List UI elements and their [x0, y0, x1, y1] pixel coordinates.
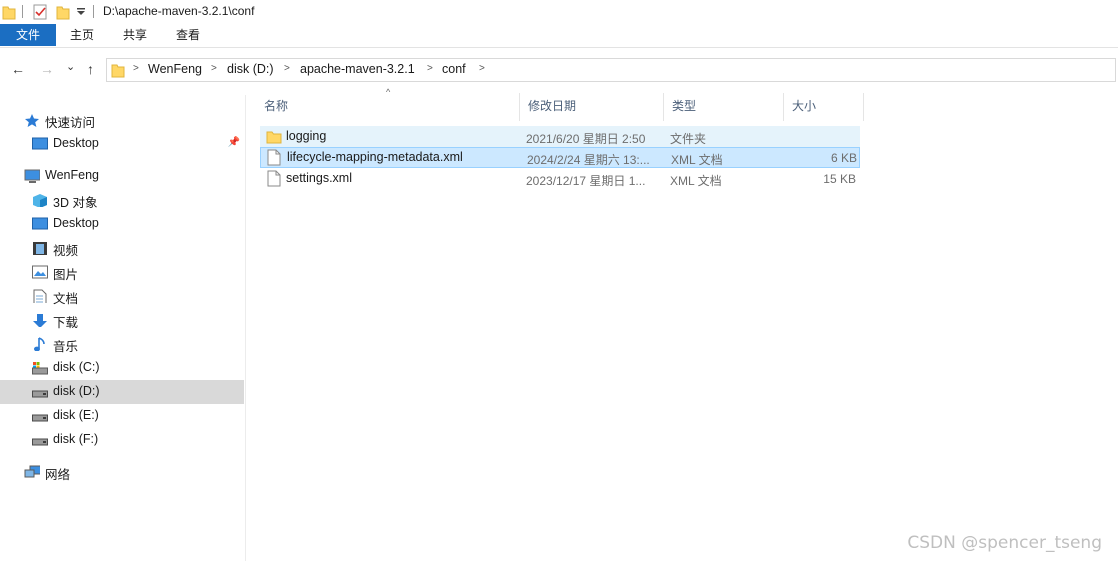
tab-share[interactable]: 共享: [115, 24, 155, 46]
sidebar-item-label: 图片: [53, 268, 79, 282]
breadcrumb-conf[interactable]: conf: [442, 62, 466, 76]
drive-icon: [32, 390, 48, 398]
sidebar-item-label: disk (F:): [53, 432, 99, 446]
chevron-right-icon[interactable]: >: [427, 63, 433, 74]
file-name: lifecycle-mapping-metadata.xml: [287, 150, 463, 164]
new-folder-icon[interactable]: [56, 4, 70, 20]
file-name: settings.xml: [286, 171, 352, 185]
desktop-icon: [32, 137, 48, 150]
sidebar-item-videos[interactable]: 视频: [0, 236, 244, 260]
column-header-size[interactable]: 大小: [784, 93, 864, 121]
sidebar-item-downloads[interactable]: 下载: [0, 308, 244, 332]
tab-view[interactable]: 查看: [168, 24, 208, 46]
sidebar-item-documents[interactable]: 文档: [0, 284, 244, 308]
star-icon: [25, 114, 39, 127]
column-header-type[interactable]: 类型: [664, 93, 784, 121]
breadcrumb-wenfeng[interactable]: WenFeng: [148, 62, 202, 76]
tab-file[interactable]: 文件: [0, 24, 56, 46]
sidebar-item-label: 3D 对象: [53, 196, 98, 210]
up-button[interactable]: ↑: [87, 61, 94, 77]
chevron-right-icon[interactable]: >: [479, 63, 485, 74]
music-icon: [34, 337, 45, 351]
sidebar-item-label: 音乐: [53, 340, 79, 354]
xml-file-icon: [267, 149, 281, 166]
tab-home[interactable]: 主页: [62, 24, 102, 46]
address-bar[interactable]: > WenFeng > disk (D:) > apache-maven-3.2…: [106, 58, 1116, 82]
navigation-pane: 快速访问 Desktop 📌 WenFeng 3D 对象 Desktop 视频 …: [0, 95, 244, 561]
downloads-icon: [33, 314, 47, 327]
file-type: 文件夹: [670, 132, 707, 146]
breadcrumb-apache-maven[interactable]: apache-maven-3.2.1: [300, 62, 415, 76]
sidebar-item-label: disk (D:): [53, 384, 100, 398]
sidebar-item-label: WenFeng: [45, 168, 99, 182]
sidebar-item-disk-e[interactable]: disk (E:): [0, 404, 244, 428]
file-row-settings[interactable]: settings.xml 2023/12/17 星期日 1... XML 文档 …: [260, 168, 860, 189]
chevron-right-icon[interactable]: >: [284, 63, 290, 74]
sidebar-item-label: 文档: [53, 292, 79, 306]
properties-icon[interactable]: [32, 4, 48, 20]
xml-file-icon: [267, 170, 281, 187]
navigation-bar: ← → ⌄ ↑ > WenFeng > disk (D:) > apache-m…: [0, 55, 1118, 85]
drive-icon: [32, 414, 48, 422]
sidebar-item-desktop-quick[interactable]: Desktop 📌: [0, 132, 244, 156]
ribbon-tabs: 文件 主页 共享 查看: [0, 24, 1118, 48]
breadcrumb-disk-d[interactable]: disk (D:): [227, 62, 274, 76]
pin-icon[interactable]: 📌: [228, 137, 240, 148]
file-row-lifecycle-mapping[interactable]: lifecycle-mapping-metadata.xml 2024/2/24…: [260, 147, 860, 168]
forward-button[interactable]: →: [40, 61, 54, 77]
drive-icon: [32, 438, 48, 446]
customize-toolbar-icon[interactable]: [76, 8, 86, 16]
documents-icon: [33, 289, 47, 303]
title-bar: D:\apache-maven-3.2.1\conf: [0, 0, 1118, 24]
folder-icon: [266, 131, 282, 144]
sidebar-item-music[interactable]: 音乐: [0, 332, 244, 356]
file-type: XML 文档: [670, 174, 722, 188]
sidebar-item-label: 网络: [45, 468, 71, 482]
system-drive-icon: [32, 362, 48, 375]
computer-icon: [24, 169, 40, 183]
sidebar-item-quick-access[interactable]: 快速访问: [0, 108, 244, 132]
file-type: XML 文档: [671, 153, 723, 167]
folder-icon: [111, 64, 125, 78]
network-icon: [24, 465, 40, 478]
file-date: 2021/6/20 星期日 2:50: [526, 132, 646, 146]
video-icon: [33, 242, 47, 255]
back-button[interactable]: ←: [11, 61, 25, 77]
file-size: 6 KB: [830, 151, 857, 165]
sidebar-item-pictures[interactable]: 图片: [0, 260, 244, 284]
sidebar-item-label: Desktop: [53, 216, 99, 230]
toolbar-separator: [93, 5, 94, 18]
sidebar-item-desktop[interactable]: Desktop: [0, 212, 244, 236]
sidebar-item-label: disk (E:): [53, 408, 99, 422]
sidebar-item-network[interactable]: 网络: [0, 460, 244, 484]
sidebar-item-disk-f[interactable]: disk (F:): [0, 428, 244, 452]
sidebar-item-label: 视频: [53, 244, 79, 258]
file-date: 2024/2/24 星期六 13:...: [527, 153, 650, 167]
column-header-date[interactable]: 修改日期: [520, 93, 664, 121]
sidebar-item-3d-objects[interactable]: 3D 对象: [0, 188, 244, 212]
3d-objects-icon: [33, 194, 47, 207]
file-date: 2023/12/17 星期日 1...: [526, 174, 646, 188]
sidebar-item-label: disk (C:): [53, 360, 100, 374]
chevron-right-icon[interactable]: >: [211, 63, 217, 74]
sidebar-item-label: 快速访问: [45, 116, 96, 130]
sidebar-item-disk-d[interactable]: disk (D:): [0, 380, 244, 404]
pane-splitter[interactable]: [245, 95, 246, 561]
recent-locations-button[interactable]: ⌄: [66, 59, 75, 75]
sidebar-item-disk-c[interactable]: disk (C:): [0, 356, 244, 380]
column-header-name[interactable]: 名称: [256, 93, 520, 121]
file-size: 15 KB: [823, 172, 856, 186]
pictures-icon: [32, 265, 48, 279]
desktop-icon: [32, 217, 48, 230]
folder-icon[interactable]: [2, 4, 16, 20]
chevron-right-icon[interactable]: >: [133, 63, 139, 74]
watermark: CSDN @spencer_tseng: [907, 533, 1102, 553]
toolbar-separator: [22, 5, 23, 18]
file-name: logging: [286, 129, 327, 143]
window-title: D:\apache-maven-3.2.1\conf: [103, 4, 255, 18]
file-row-logging[interactable]: logging 2021/6/20 星期日 2:50 文件夹: [260, 126, 860, 147]
sidebar-item-this-pc[interactable]: WenFeng: [0, 164, 244, 188]
sidebar-item-label: Desktop: [53, 136, 99, 150]
sidebar-item-label: 下载: [53, 316, 79, 330]
